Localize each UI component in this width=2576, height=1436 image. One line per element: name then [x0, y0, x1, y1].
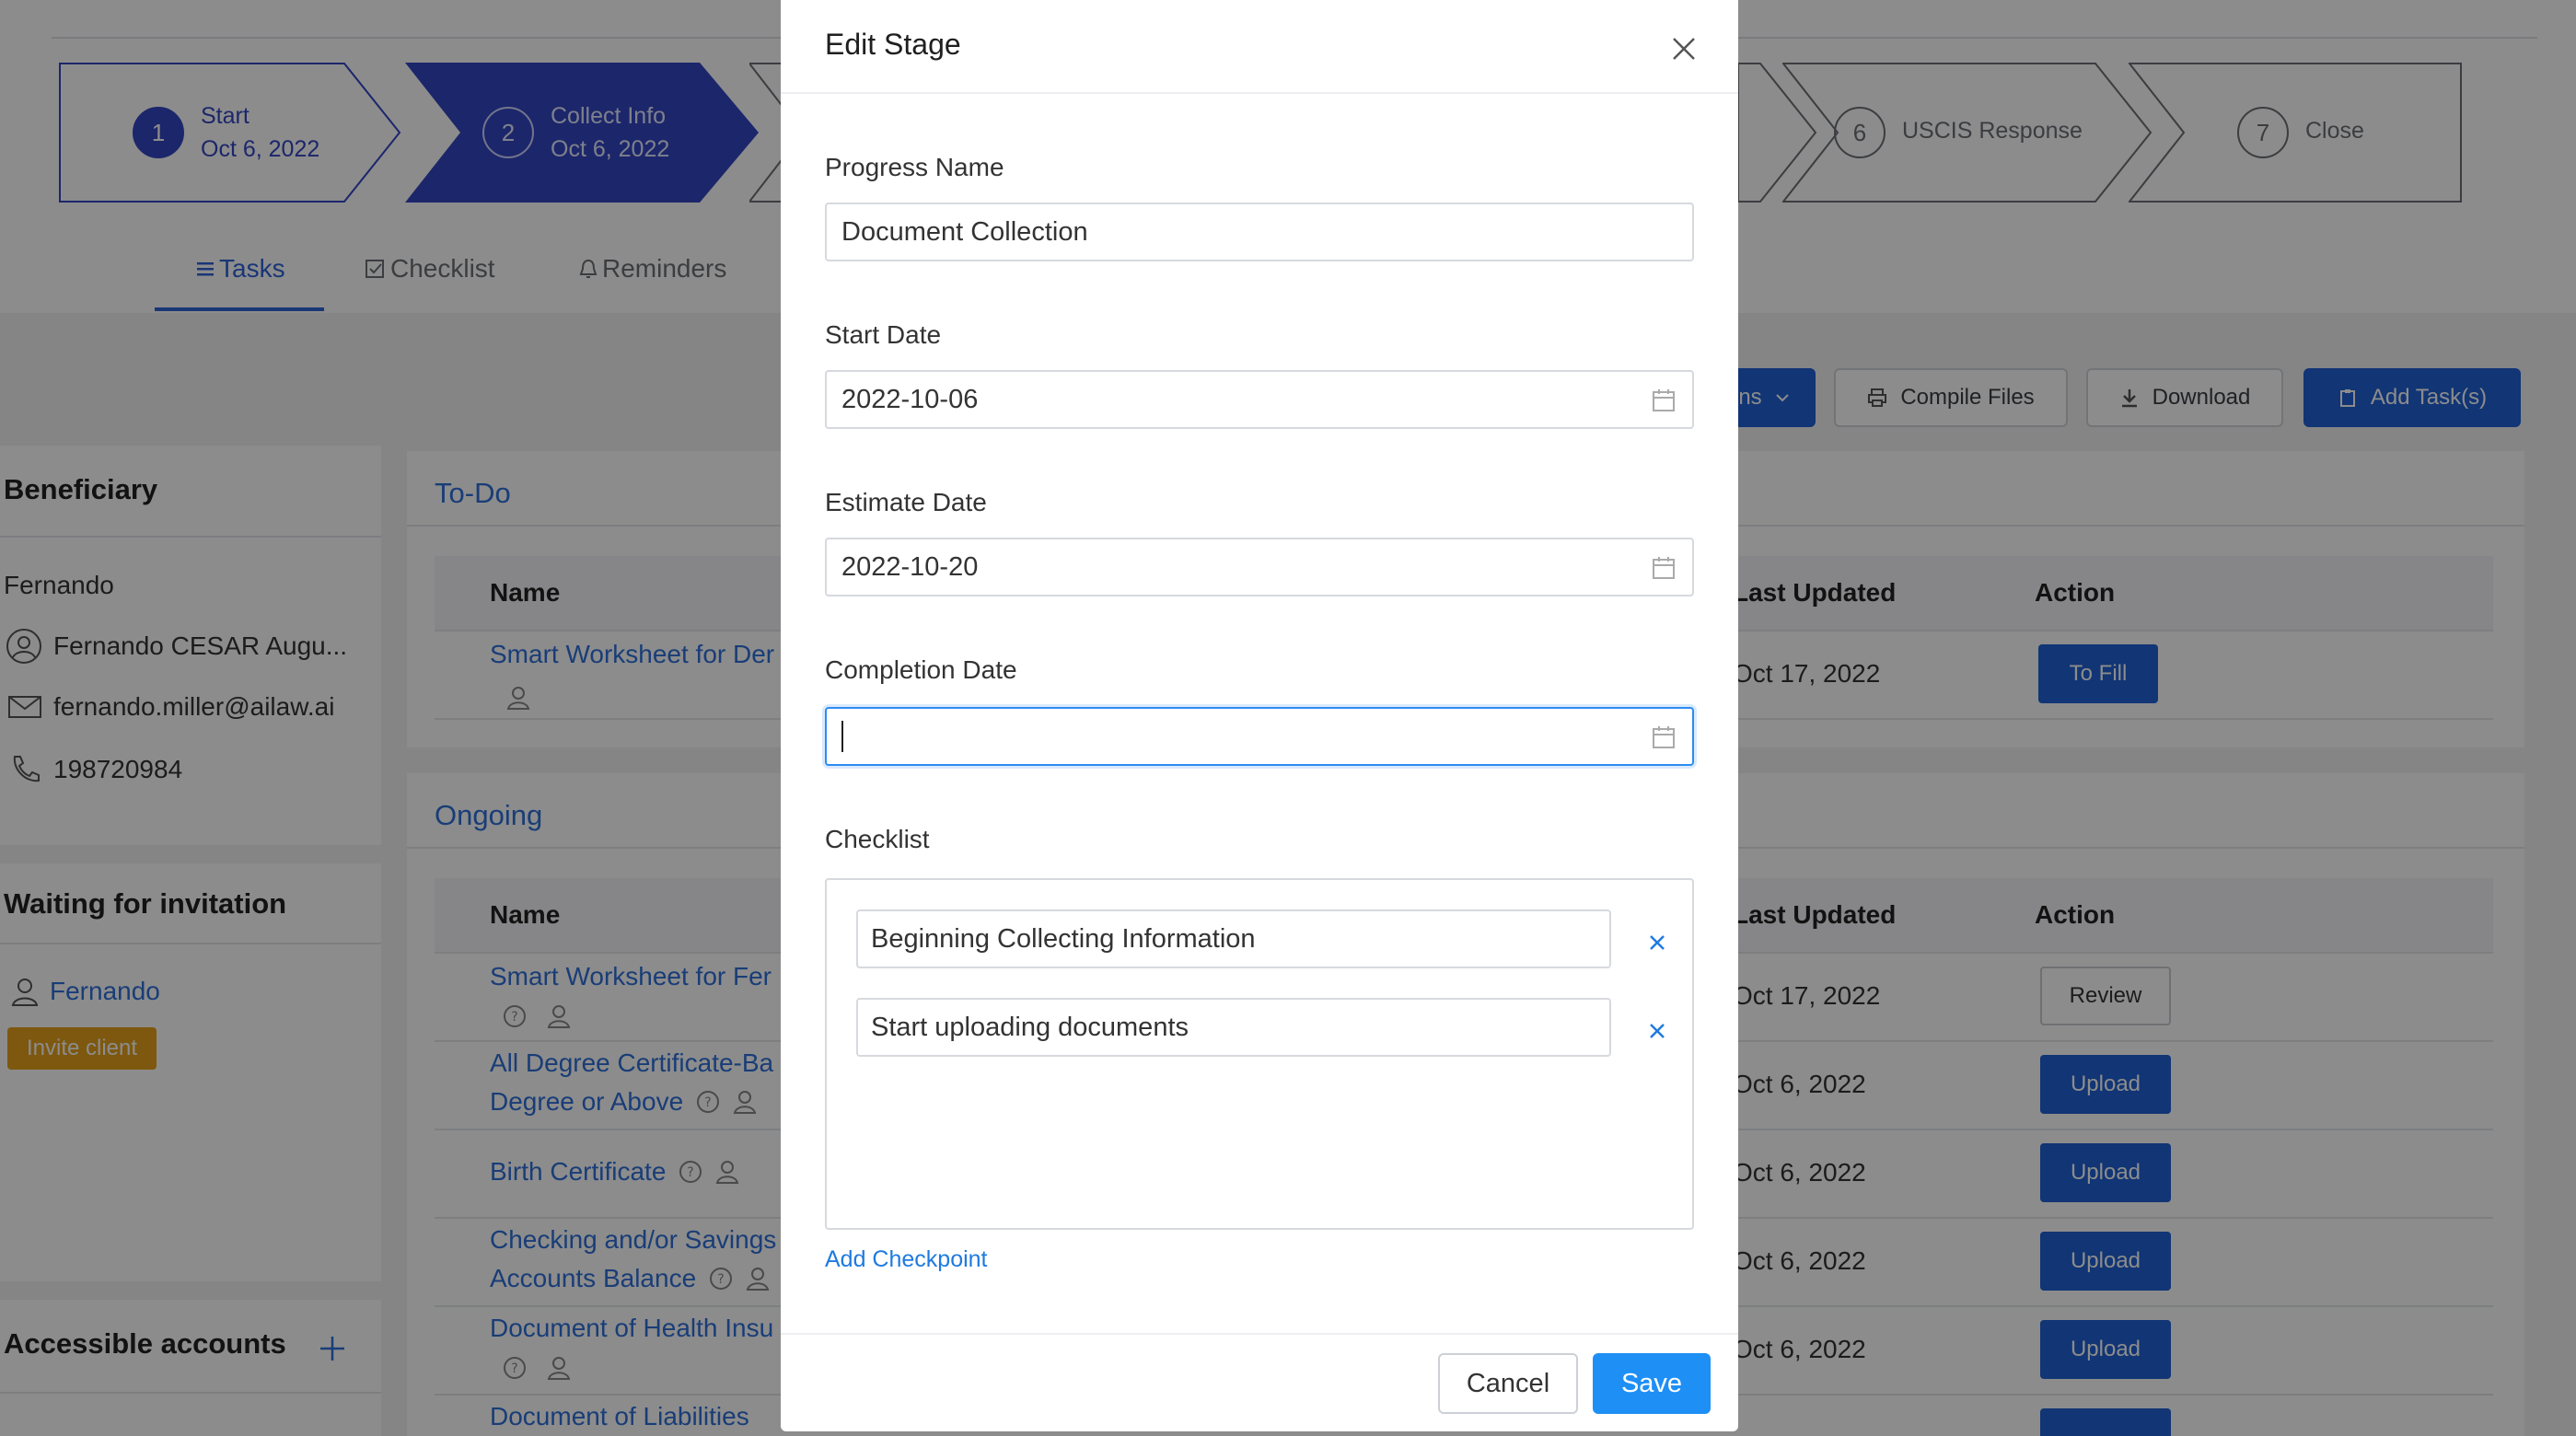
modal-header: Edit Stage — [781, 0, 1738, 94]
progress-name-value: Document Collection — [841, 216, 1088, 247]
checklist-item-text: Beginning Collecting Information — [871, 923, 1256, 954]
progress-name-label: Progress Name — [825, 153, 1004, 181]
edit-stage-modal: Edit Stage Progress Name Document Collec… — [781, 0, 1738, 1431]
progress-name-input[interactable]: Document Collection — [825, 203, 1694, 261]
estimate-date-label: Estimate Date — [825, 488, 987, 516]
completion-date-label: Completion Date — [825, 655, 1017, 684]
checklist-box: Beginning Collecting Information Start u… — [825, 878, 1694, 1230]
estimate-date-value: 2022-10-20 — [841, 551, 979, 582]
calendar-icon[interactable] — [1652, 556, 1676, 580]
text-cursor — [841, 721, 843, 752]
add-checkpoint-link[interactable]: Add Checkpoint — [825, 1246, 988, 1273]
checklist-label: Checklist — [825, 825, 930, 853]
modal-footer-divider — [781, 1333, 1738, 1335]
remove-item-icon[interactable] — [1644, 1018, 1670, 1044]
close-icon[interactable] — [1668, 33, 1700, 64]
start-date-picker[interactable]: 2022-10-06 — [825, 370, 1694, 429]
cancel-button[interactable]: Cancel — [1438, 1353, 1578, 1414]
modal-title: Edit Stage — [825, 28, 961, 61]
start-date-label: Start Date — [825, 320, 942, 349]
checklist-item-input[interactable]: Start uploading documents — [856, 998, 1611, 1057]
remove-item-icon[interactable] — [1644, 930, 1670, 955]
calendar-icon[interactable] — [1652, 388, 1676, 412]
checklist-item-input[interactable]: Beginning Collecting Information — [856, 909, 1611, 968]
start-date-value: 2022-10-06 — [841, 384, 979, 414]
checklist-item-text: Start uploading documents — [871, 1012, 1189, 1042]
estimate-date-picker[interactable]: 2022-10-20 — [825, 538, 1694, 596]
completion-date-picker[interactable] — [825, 707, 1694, 766]
save-button[interactable]: Save — [1593, 1353, 1711, 1414]
calendar-icon[interactable] — [1652, 725, 1676, 749]
